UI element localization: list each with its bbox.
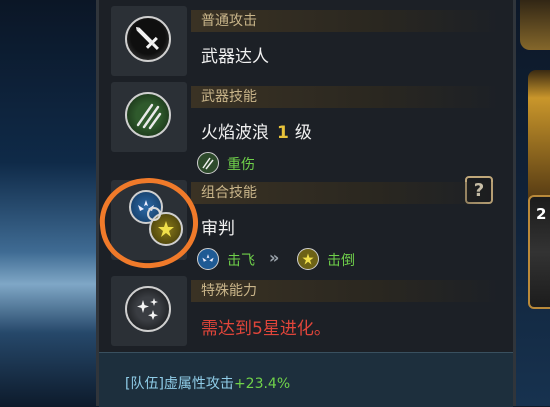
background-left [0,0,100,406]
side-card [528,70,550,210]
arrow-icon: » [269,248,280,267]
blue-wing-icon [197,248,219,270]
effect-label: 重伤 [227,157,255,173]
effect-label: 击倒 [327,253,355,269]
side-card-badge[interactable]: 2 [528,195,550,309]
claw-slash-icon [197,152,219,174]
skill-name: 火焰波浪 [201,123,269,143]
section-header: 武器技能 [191,86,501,108]
skill-row-normal-attack[interactable]: 普通攻击 武器达人 [111,6,501,76]
side-badge-number: 2 [536,205,547,223]
skill-name-line: 火焰波浪 1 级 [201,118,312,143]
special-requirement: 需达到5星进化。 [201,319,331,339]
effect-label: 击飞 [227,253,255,269]
claw-slash-icon [125,92,171,138]
section-header: 普通攻击 [191,10,501,32]
skill-icon-box [111,82,187,152]
skill-level-number: 1 [277,123,289,143]
skill-icon-box [111,276,187,346]
sword-icon [125,16,171,62]
skill-icon-box [111,6,187,76]
side-card-top [520,0,550,50]
gold-star-icon [297,248,319,270]
sparkle-icon [125,286,171,332]
team-bonus-bar: [队伍]虚属性攻击+23.4% [99,352,513,407]
skill-name: 审判 [201,219,235,239]
skill-row-weapon-skill[interactable]: 武器技能 火焰波浪 1 级 重伤 [111,82,501,178]
skill-row-special-ability[interactable]: 特殊能力 需达到5星进化。 [111,276,501,350]
team-bonus-value: +23.4% [233,376,291,392]
section-header: 组合技能 [191,182,501,204]
section-header: 特殊能力 [191,280,501,302]
team-bonus-label: [队伍]虚属性攻击 [125,376,234,392]
skill-name: 武器达人 [201,47,269,67]
skill-level-unit: 级 [294,123,312,143]
team-bonus-text: [队伍]虚属性攻击+23.4% [125,373,290,393]
